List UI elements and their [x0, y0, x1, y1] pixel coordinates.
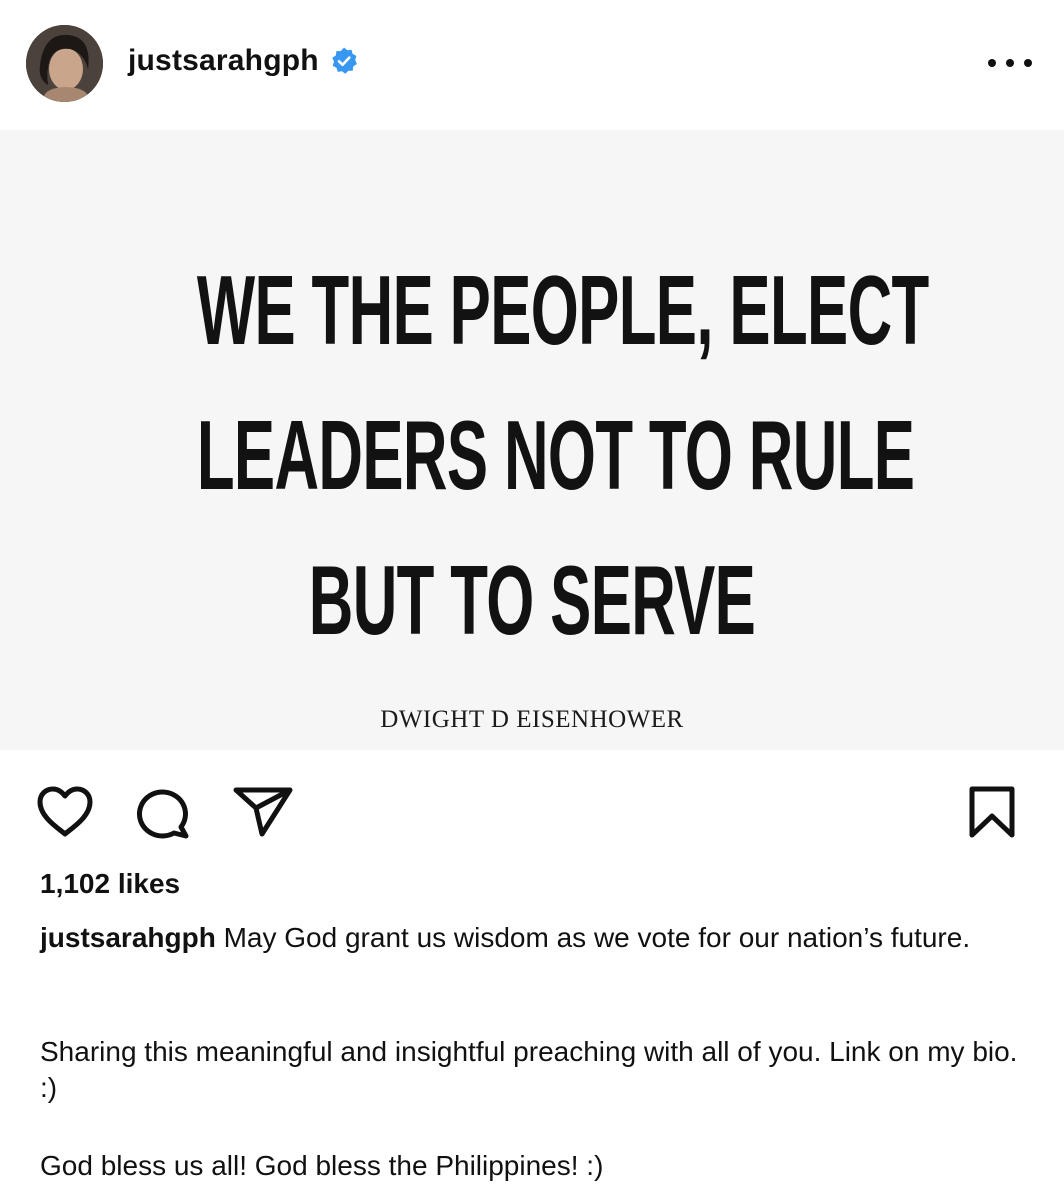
more-dot	[988, 59, 996, 67]
share-button[interactable]	[230, 784, 296, 840]
avatar[interactable]	[26, 25, 103, 102]
like-button[interactable]	[34, 784, 96, 840]
likes-count[interactable]: 1,102 likes	[40, 868, 180, 900]
quote-author: DWIGHT D EISENHOWER	[380, 706, 684, 733]
comment-button[interactable]	[134, 784, 194, 842]
more-dot	[1024, 59, 1032, 67]
heart-icon	[37, 786, 93, 837]
caption: justsarahgph May God grant us wisdom as …	[40, 920, 1030, 956]
bookmark-icon	[969, 786, 1015, 838]
quote-line-1: WE THE PEOPLE, ELECT	[196, 255, 929, 365]
quote-line-3: BUT TO SERVE	[308, 545, 756, 655]
quote-line-2: LEADERS NOT TO RULE	[196, 400, 915, 510]
save-button[interactable]	[964, 784, 1020, 840]
action-bar	[0, 780, 1064, 844]
send-icon	[233, 787, 293, 837]
quote-text: WE THE PEOPLE, ELECT LEADERS NOT TO RULE…	[0, 238, 1064, 673]
post-header: justsarahgph	[0, 0, 1064, 130]
verified-badge-icon	[332, 47, 357, 74]
caption-text: May God grant us wisdom as we vote for o…	[215, 922, 971, 953]
more-options-button[interactable]	[988, 50, 1032, 76]
username-link[interactable]: justsarahgph	[128, 44, 319, 78]
caption-paragraph-2: Sharing this meaningful and insightful p…	[40, 1036, 1018, 1103]
username-group: justsarahgph	[128, 44, 359, 78]
post-image[interactable]: WE THE PEOPLE, ELECT LEADERS NOT TO RULE…	[0, 130, 1064, 750]
comment-icon	[136, 789, 189, 839]
caption-username[interactable]: justsarahgph	[40, 922, 216, 953]
more-dot	[1006, 59, 1014, 67]
caption-paragraph-3: God bless us all! God bless the Philippi…	[40, 1150, 604, 1181]
